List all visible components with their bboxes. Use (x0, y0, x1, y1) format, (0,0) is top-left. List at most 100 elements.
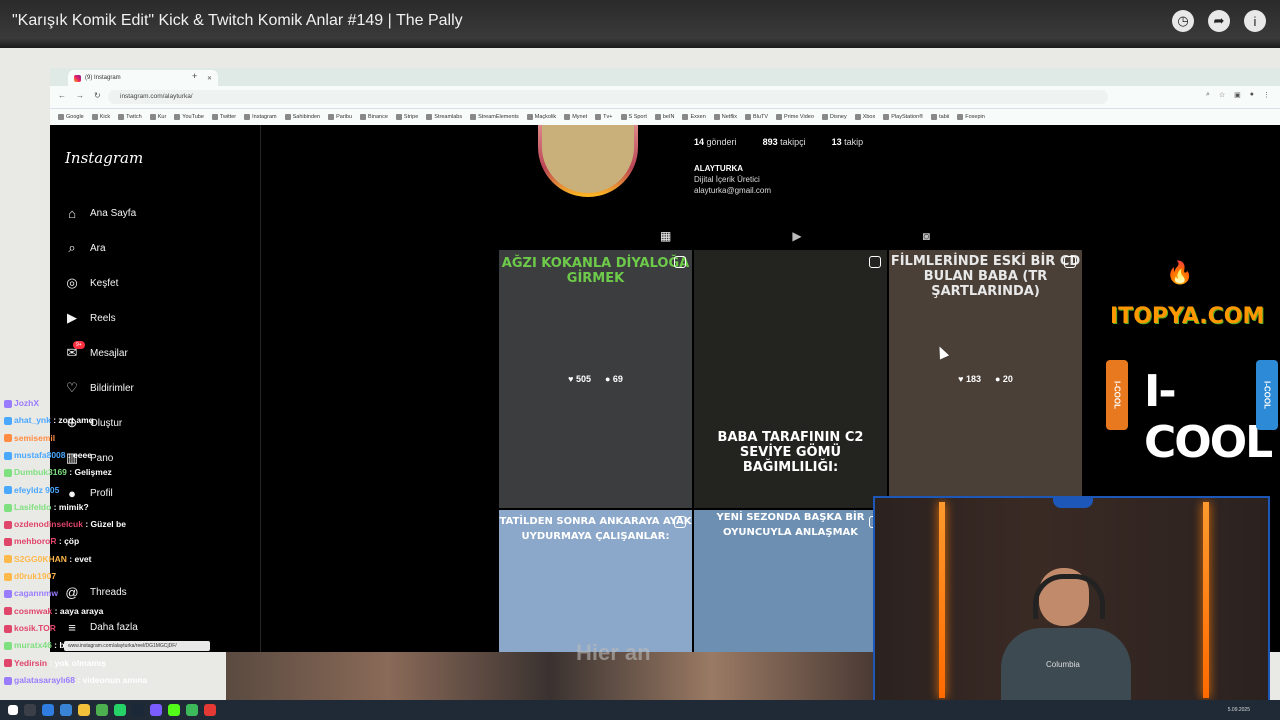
start-icon[interactable] (8, 705, 18, 715)
bookmark-favicon-icon (654, 114, 661, 120)
whatsapp-icon[interactable] (114, 704, 126, 716)
bookmark-item[interactable]: Maçkolik (526, 114, 556, 120)
nav-item-avatar[interactable]: ● Profil (64, 485, 113, 501)
reel-icon (869, 256, 881, 268)
bookmark-label: Kick (99, 114, 111, 120)
bookmark-item[interactable]: Disney (821, 114, 847, 120)
edge-icon[interactable] (42, 704, 54, 716)
nav-item-compass[interactable]: ◎ Keşfet (64, 275, 118, 291)
bookmark-item[interactable]: Twitch (118, 114, 142, 120)
back-icon[interactable]: ← (58, 91, 66, 100)
nav-item-messenger[interactable]: ✉ 9+ Mesajlar (64, 341, 128, 361)
chat-message: Yedirsin : yok olmamış (4, 658, 106, 668)
heart-icon: ♡ (66, 380, 78, 395)
reload-icon[interactable]: ↻ (94, 91, 101, 100)
post-tile[interactable]: BABA TARAFININ C2 SEVİYE GÖMÜ BAĞIMLILIĞ… (694, 250, 887, 508)
bookmark-item[interactable]: Streamlabs (426, 114, 462, 120)
post-tile[interactable]: YENİ SEZONDA BAŞKA BİR OYUNCUYLA ANLAŞMA… (694, 510, 887, 652)
profile-avatar[interactable] (538, 125, 638, 197)
bookmark-item[interactable]: Prime Video (776, 114, 814, 120)
chat-separator: : (51, 501, 59, 512)
bookmark-item[interactable]: Kur (149, 114, 166, 120)
bookmark-item[interactable]: StreamElements (470, 114, 519, 120)
bookmark-item[interactable]: Kick (91, 114, 111, 120)
reels-icon[interactable]: ▶ (792, 229, 801, 243)
bookmark-label: Xbox (862, 114, 876, 120)
post-tile[interactable]: TATİLDEN SONRA ANKARAYA AYAK UYDURMAYA Ç… (499, 510, 692, 652)
bookmark-item[interactable]: YouTube (174, 114, 204, 120)
nav-item-threads[interactable]: @ Threads (64, 584, 126, 600)
bookmark-item[interactable]: Google (58, 114, 84, 120)
files-icon[interactable] (60, 704, 72, 716)
bookmark-item[interactable]: Mynet (564, 114, 587, 120)
url-input[interactable]: instagram.com/alayturka/ (108, 90, 1108, 104)
comment-icon: ● (994, 374, 1003, 384)
clock-icon[interactable]: ◷ (1172, 10, 1194, 32)
profile-email[interactable]: alayturka@gmail.com (694, 185, 771, 196)
chat-username: Dumbuk3169 (14, 467, 67, 478)
following-link[interactable]: 13 takip (832, 137, 864, 147)
bookmark-label: Netflix (721, 114, 738, 120)
steam-icon[interactable] (132, 704, 144, 716)
share-icon[interactable]: ➦ (1208, 10, 1230, 32)
bookmark-label: tabii (939, 114, 950, 120)
likes-count: ♥ 505 (568, 374, 591, 384)
bookmark-label: Twitter (219, 114, 237, 120)
search-task-icon[interactable] (24, 704, 36, 716)
post-tile[interactable]: FİLMLERİNDE ESKİ BİR CD BULAN BABA (TR Ş… (889, 250, 1082, 508)
extensions-icon[interactable]: ▣ (1234, 91, 1241, 99)
bookmark-label: BluTV (753, 114, 769, 120)
zoom-icon[interactable]: ⌕ (1206, 91, 1210, 99)
bookmark-item[interactable]: tabii (931, 114, 949, 120)
forward-icon[interactable]: → (76, 91, 84, 100)
bookmark-favicon-icon (931, 114, 938, 120)
tagged-icon[interactable]: ◙ (923, 229, 930, 243)
app-icon[interactable] (186, 704, 198, 716)
bookmark-item[interactable]: Exxen (682, 114, 706, 120)
bookmark-item[interactable]: Paribu (328, 114, 352, 120)
obs-icon[interactable] (204, 704, 216, 716)
explorer-icon[interactable] (78, 704, 90, 716)
address-bar-row: ← → ↻ instagram.com/alayturka/ ⌕ ☆ ▣ ● ⋮ (50, 86, 1280, 109)
badge-icon (4, 399, 12, 408)
bookmark-favicon-icon (284, 114, 291, 120)
grid-icon[interactable]: ▦ (660, 229, 671, 243)
bookmark-favicon-icon (211, 114, 218, 120)
kick-icon[interactable] (168, 704, 180, 716)
nav-item-menu[interactable]: ≡ Daha fazla (64, 619, 138, 635)
bookmark-item[interactable]: Xbox (854, 114, 876, 120)
shirt-brand: Columbia (1046, 660, 1080, 669)
bookmark-item[interactable]: Binance (360, 114, 388, 120)
comments-value: 69 (612, 374, 623, 384)
profile-icon[interactable]: ● (1250, 91, 1254, 99)
bookmark-item[interactable]: Sahibinden (284, 114, 320, 120)
close-tab-icon[interactable]: ✕ (207, 75, 212, 82)
bookmark-item[interactable]: Netflix (713, 114, 738, 120)
nav-item-home[interactable]: ⌂ Ana Sayfa (64, 205, 136, 221)
bookmark-item[interactable]: Stripe (395, 114, 418, 120)
nav-item-reels[interactable]: ▶ Reels (64, 310, 116, 326)
nav-item-heart[interactable]: ♡ Bildirimler (64, 380, 134, 396)
bookmark-item[interactable]: Twitter (211, 114, 237, 120)
browser-menu-icon[interactable]: ⋮ (1263, 91, 1270, 99)
info-icon[interactable]: i (1244, 10, 1266, 32)
bookmark-item[interactable]: Instagram (244, 114, 277, 120)
chat-message: efeyldz 905 (4, 485, 59, 495)
chrome-icon[interactable] (96, 704, 108, 716)
bookmark-item[interactable]: beIN (654, 114, 674, 120)
bookmark-item[interactable]: S Sport (620, 114, 647, 120)
bookmark-star-icon[interactable]: ☆ (1219, 91, 1225, 99)
chat-message: ahat_ynk : zort amq (4, 415, 94, 425)
post-tile[interactable]: AĞZI KOKANLA DİYALOĞA GİRMEK ♥ 505 ● 69 (499, 250, 692, 508)
followers-link[interactable]: 893 takipçi (763, 137, 806, 147)
new-tab-icon[interactable]: + (192, 71, 197, 81)
bookmark-item[interactable]: PlayStation® (883, 114, 923, 120)
bookmark-item[interactable]: Tv+ (595, 114, 613, 120)
discord-icon[interactable] (150, 704, 162, 716)
bookmark-item[interactable]: BluTV (745, 114, 768, 120)
bookmark-favicon-icon (149, 114, 156, 120)
chat-text: Güzel be (90, 519, 126, 530)
bookmark-item[interactable]: Foxepin (957, 114, 985, 120)
nav-item-search[interactable]: ⌕ Ara (64, 240, 105, 256)
instagram-logo[interactable]: Instagram (65, 149, 143, 167)
